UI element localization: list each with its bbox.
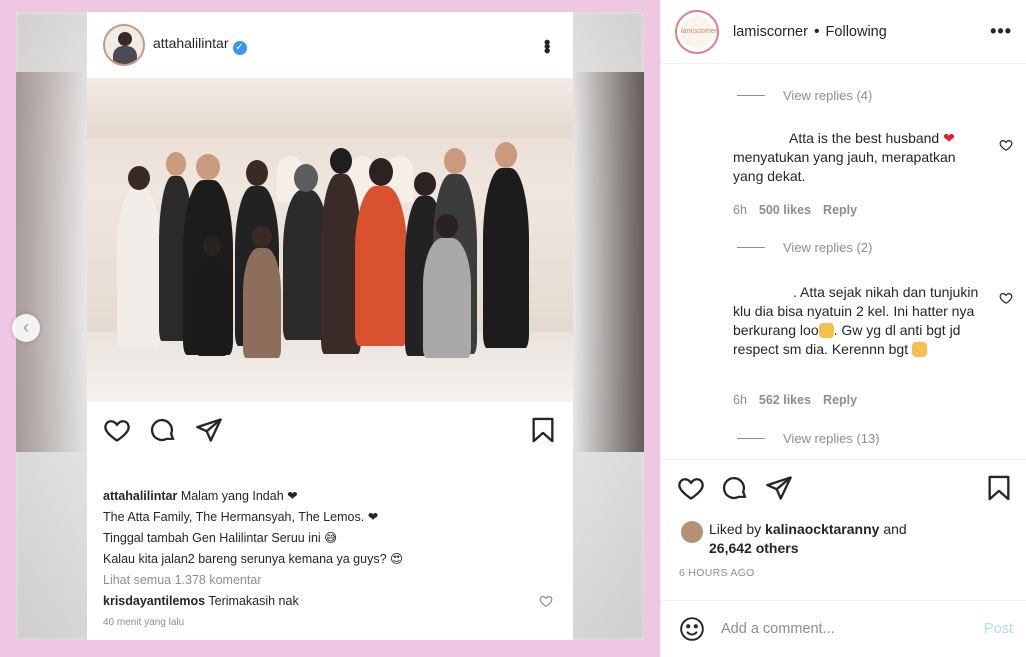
likes-count[interactable]: 500 likes [759,203,811,217]
comment-like-heart-icon[interactable] [999,291,1013,305]
caption-line-2: The Atta Family, The Hermansyah, The Lem… [103,510,379,524]
emoji-icon[interactable] [679,616,705,642]
comment-2: . Atta sejak nikah dan tunjukin klu dia … [733,284,979,357]
comment-input[interactable] [721,621,984,637]
embedded-avatar [103,24,145,66]
caption-line-1: attahalilintar Malam yang Indah ❤ [103,489,298,503]
comments-list[interactable]: View replies (4) Atta is the best husban… [661,64,1026,459]
embedded-reply: krisdayantilemos Terimakasih nak [103,594,299,608]
embedded-instagram-post: attahalilintar ✓ ••• attahalilintar Mala… [87,12,573,640]
embedded-actions [87,402,573,458]
separator-dot: • [813,22,820,40]
liker-username-link[interactable]: kalinaocktaranny [765,521,879,537]
liker-avatar [681,521,703,543]
red-heart-emoji: ❤ [943,130,955,146]
clap-emoji [818,323,834,338]
embedded-post-header: attahalilintar ✓ ••• [87,12,573,78]
comment-like-heart-icon[interactable] [999,138,1013,152]
likes-count[interactable]: 562 likes [759,393,811,407]
family-photo [87,78,573,402]
reply-button[interactable]: Reply [823,203,857,217]
more-options-icon[interactable]: ••• [990,21,1012,42]
embedded-reply-time: 40 menit yang lalu [103,617,185,628]
heart-icon [104,420,130,442]
post-comment-button[interactable]: Post [984,621,1013,637]
username-link[interactable]: lamiscorner [733,24,808,40]
post-media-panel: attahalilintar ✓ ••• attahalilintar Mala… [0,0,660,657]
comment-icon [150,418,175,442]
post-header: lamiscorner lamiscorner • Following ••• [661,0,1026,64]
bookmark-icon[interactable] [985,474,1013,502]
embedded-more-icon: ••• [537,38,557,52]
small-heart-icon [539,596,553,607]
reply-button[interactable]: Reply [823,393,857,407]
caption-line-3: Tinggal tambah Gen Halilintar Seruu ini … [103,531,338,545]
comment-2-meta: 6h 562 likes Reply [733,393,858,407]
following-button[interactable]: Following [826,24,887,40]
post-actions [661,459,1026,515]
share-icon[interactable] [765,474,793,502]
previous-post-button[interactable]: ‹ [12,314,40,342]
comment-1: Atta is the best husband ❤ menyatukan ya… [733,130,956,184]
caption-line-4: Kalau kita jalan2 bareng serunya kemana … [103,552,404,566]
likes-others-link[interactable]: 26,642 others [709,540,799,556]
add-comment-bar: Post [661,600,1026,657]
raised-hands-emoji [912,342,927,357]
liked-by: Liked by kalinaocktaranny and 26,642 oth… [681,520,907,558]
bookmark-icon [532,417,554,443]
comments-panel: lamiscorner lamiscorner • Following ••• … [660,0,1026,657]
view-replies-button[interactable]: View replies (2) [737,240,872,255]
embedded-caption: attahalilintar Malam yang Indah ❤ The At… [87,458,573,633]
comment-1-meta: 6h 500 likes Reply [733,203,858,217]
avatar[interactable]: lamiscorner [675,9,719,54]
comment-icon[interactable] [721,474,749,502]
share-icon [196,418,222,442]
view-all-comments: Lihat semua 1.378 komentar [103,573,262,587]
like-heart-icon[interactable] [677,474,705,502]
view-replies-button[interactable]: View replies (4) [737,88,872,103]
view-replies-button[interactable]: View replies (13) [737,431,880,446]
post-timestamp: 6 HOURS AGO [679,567,755,579]
embedded-username: attahalilintar ✓ [153,35,247,55]
chevron-left-icon: ‹ [23,317,29,337]
verified-badge-icon: ✓ [232,41,247,55]
